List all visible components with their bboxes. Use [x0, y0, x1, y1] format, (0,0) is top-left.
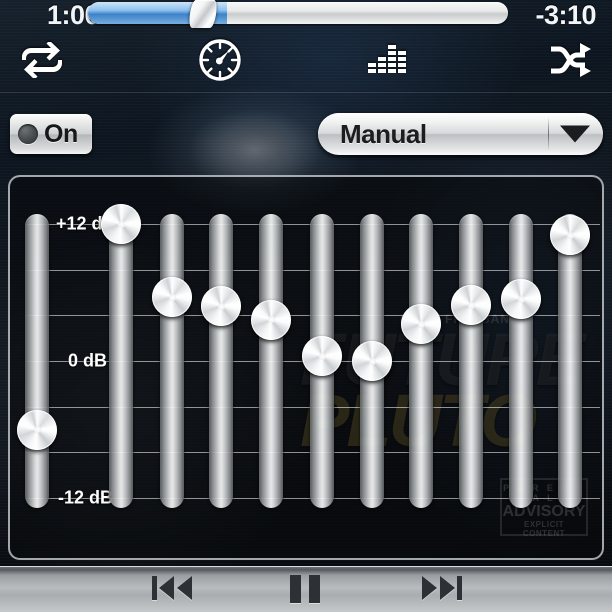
eq-slider-thumb[interactable]	[152, 277, 192, 318]
play-pause-icon	[288, 573, 322, 605]
eq-slider-thumb[interactable]	[101, 204, 141, 244]
scrubber-track[interactable]	[88, 2, 508, 24]
eq-slider-thumb[interactable]	[251, 299, 291, 340]
eq-slider-2k[interactable]	[401, 214, 441, 508]
eq-slider-track[interactable]	[459, 214, 483, 508]
eq-slider-track[interactable]	[409, 214, 433, 508]
eq-slider-thumb[interactable]	[550, 215, 590, 256]
next-track-button[interactable]	[420, 573, 464, 603]
eq-axis-label: -12 dB	[58, 487, 114, 508]
eq-slider-thumb[interactable]	[451, 285, 491, 326]
eq-slider-track[interactable]	[25, 214, 49, 508]
eq-slider-track[interactable]	[259, 214, 283, 508]
power-toggle-label: On	[44, 119, 78, 148]
timer-icon	[199, 39, 241, 81]
equalizer-button[interactable]	[358, 34, 422, 86]
eq-slider-track[interactable]	[160, 214, 184, 508]
chevron-down-icon[interactable]	[560, 125, 590, 143]
preset-divider	[548, 117, 549, 151]
playback-toolbar	[0, 566, 612, 612]
playback-controls	[0, 573, 612, 612]
eq-axis-label: 0 dB	[68, 350, 108, 371]
eq-preset-value: Manual	[340, 118, 427, 149]
shuffle-button[interactable]	[538, 34, 602, 86]
repeat-icon	[22, 42, 62, 78]
eq-preset-select[interactable]: Manual	[318, 113, 603, 155]
eq-slider-32[interactable]	[101, 204, 141, 508]
equalizer-panel: +12 dB0 dB-12 dBPreamp32641252505001K2K4…	[8, 175, 604, 560]
equalizer-icon	[368, 43, 412, 77]
scrubber-thumb[interactable]	[188, 0, 218, 28]
eq-slider-thumb[interactable]	[302, 336, 342, 377]
equalizer-power-toggle[interactable]: On	[10, 114, 92, 154]
eq-slider-125[interactable]	[201, 214, 241, 508]
eq-slider-8k[interactable]	[501, 214, 541, 508]
repeat-button[interactable]	[10, 34, 74, 86]
previous-track-button[interactable]	[150, 573, 194, 603]
transport-header: 1:00 -3:10	[0, 0, 612, 95]
header-divider	[0, 92, 612, 93]
eq-slider-track[interactable]	[209, 214, 233, 508]
eq-slider-16k[interactable]	[550, 214, 590, 508]
eq-slider-250[interactable]	[251, 214, 291, 508]
power-led-icon	[18, 124, 38, 144]
eq-slider-thumb[interactable]	[501, 279, 541, 320]
eq-slider-1k[interactable]	[352, 214, 392, 508]
previous-track-icon	[150, 573, 194, 603]
eq-slider-500[interactable]	[302, 214, 342, 508]
eq-slider-thumb[interactable]	[401, 304, 441, 345]
sleep-timer-button[interactable]	[188, 34, 252, 86]
eq-slider-track[interactable]	[558, 214, 582, 508]
eq-slider-thumb[interactable]	[352, 341, 392, 381]
eq-slider-thumb[interactable]	[17, 409, 57, 450]
eq-slider-64[interactable]	[152, 214, 192, 508]
eq-slider-track[interactable]	[509, 214, 533, 508]
eq-slider-track[interactable]	[109, 214, 133, 508]
play-pause-button[interactable]	[288, 573, 322, 605]
transport-icon-row	[0, 34, 612, 86]
music-player-equalizer-screen: FUTURE PLUTO EPIC / FREEBANDZ P A R E N …	[0, 0, 612, 612]
remaining-time: -3:10	[535, 0, 596, 30]
eq-slider-4k[interactable]	[451, 214, 491, 508]
next-track-icon	[420, 573, 464, 603]
eq-slider-thumb[interactable]	[201, 286, 241, 327]
shuffle-icon	[549, 43, 591, 77]
eq-slider-preamp[interactable]	[17, 214, 57, 508]
